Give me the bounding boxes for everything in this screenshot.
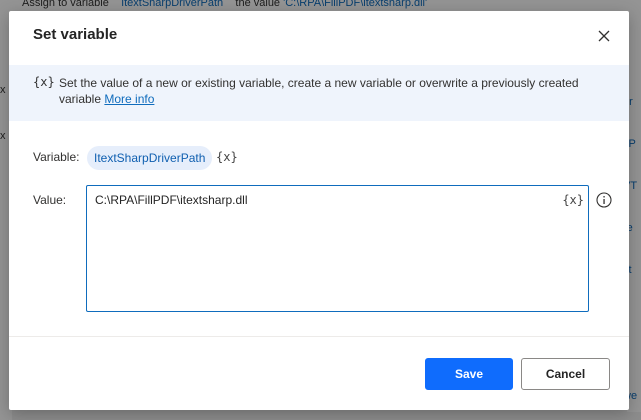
variable-picker-icon[interactable]: {x} [216, 150, 238, 164]
more-info-link[interactable]: More info [104, 92, 154, 106]
info-icon[interactable] [596, 192, 612, 208]
cancel-button[interactable]: Cancel [521, 358, 610, 390]
close-icon [598, 30, 610, 42]
info-banner: {x} Set the value of a new or existing v… [9, 65, 629, 121]
save-button[interactable]: Save [425, 358, 513, 390]
footer-divider [9, 336, 629, 337]
set-variable-dialog: Set variable {x} Set the value of a new … [9, 11, 629, 410]
value-input-text: C:\RPA\FillPDF\itextsharp.dll [95, 193, 248, 207]
value-input[interactable]: C:\RPA\FillPDF\itextsharp.dll {x} [86, 185, 589, 312]
variable-icon: {x} [33, 75, 55, 89]
value-label: Value: [33, 193, 67, 207]
variable-name-chip[interactable]: ItextSharpDriverPath [87, 146, 213, 170]
dialog-title: Set variable [33, 26, 118, 43]
variable-label: Variable: [33, 150, 80, 164]
banner-description: Set the value of a new or existing varia… [59, 75, 599, 107]
insert-variable-icon[interactable]: {x} [562, 193, 584, 207]
close-button[interactable] [593, 25, 615, 47]
